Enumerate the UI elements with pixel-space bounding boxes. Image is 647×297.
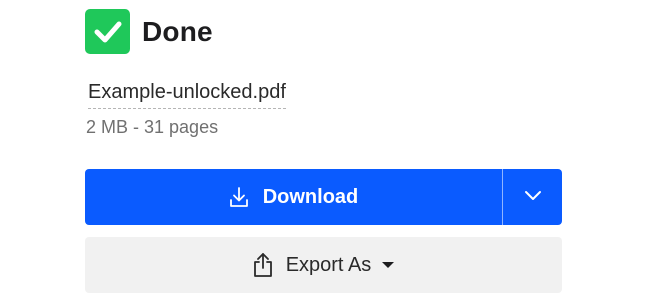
export-as-label: Export As [285,253,372,276]
file-name: Example-unlocked.pdf [88,80,286,109]
caret-down-icon [381,261,395,269]
share-export-icon [252,252,274,278]
check-icon [85,9,130,54]
export-as-button[interactable]: Export As [85,237,562,293]
status-header: Done [85,9,213,54]
download-label: Download [262,185,359,208]
chevron-down-icon [524,188,542,206]
download-options-button[interactable] [503,169,562,225]
download-button[interactable]: Download [85,169,502,225]
file-meta: 2 MB - 31 pages [86,117,219,137]
download-icon [229,186,249,208]
result-panel: Done Example-unlocked.pdf 2 MB - 31 page… [0,0,647,297]
download-split-button: Download [85,169,562,225]
status-title: Done [142,15,213,47]
